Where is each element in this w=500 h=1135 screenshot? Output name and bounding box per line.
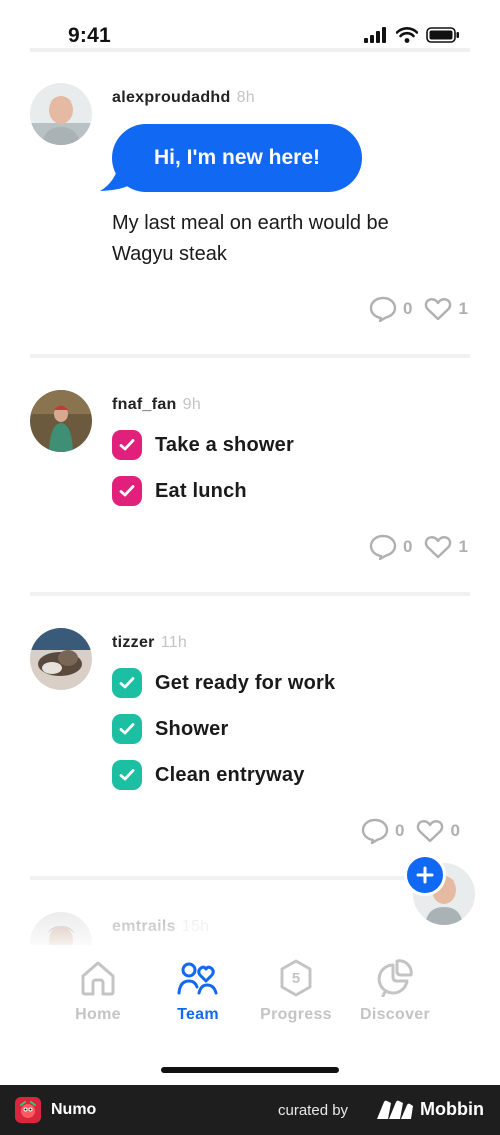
heart-icon[interactable] (424, 297, 452, 321)
discover-icon (377, 959, 413, 998)
task-item: Clean entryway (112, 760, 305, 790)
signal-icon (364, 27, 386, 43)
tab-home[interactable]: Home (48, 959, 148, 1024)
comment-count: 0 (403, 299, 413, 318)
status-time: 9:41 (68, 24, 111, 47)
tab-bar: Home Team 5 Progress Discover (0, 945, 500, 1085)
username[interactable]: alexproudadhd (112, 89, 231, 106)
checkmark-icon (119, 439, 135, 451)
post-time: 9h (182, 396, 202, 413)
task-label: Eat lunch (155, 479, 247, 502)
checkbox-checked[interactable] (112, 760, 142, 790)
status-icons (364, 27, 460, 43)
status-bubble: Hi, I'm new here! (112, 124, 362, 192)
heart-icon[interactable] (416, 819, 444, 843)
post-divider (30, 354, 470, 358)
add-post-button[interactable] (404, 854, 446, 896)
checkbox-checked[interactable] (112, 668, 142, 698)
post-reactions: 0 1 (369, 534, 480, 560)
task-label: Take a shower (155, 433, 294, 456)
comment-icon[interactable] (369, 296, 397, 322)
tab-label: Discover (360, 1006, 430, 1023)
wifi-icon (396, 27, 418, 43)
avatar[interactable] (30, 390, 92, 452)
task-label: Get ready for work (155, 671, 336, 694)
post-divider (30, 592, 470, 596)
mobbin-logo-icon (377, 1100, 413, 1119)
checkbox-checked[interactable] (112, 476, 142, 506)
username[interactable]: tizzer (112, 634, 155, 651)
post-time: 8h (236, 89, 255, 106)
status-bar: 9:41 (0, 0, 500, 50)
curated-by-label: curated by (278, 1102, 349, 1119)
like-count: 1 (458, 299, 468, 318)
team-icon (177, 962, 218, 995)
heart-icon[interactable] (424, 535, 452, 559)
tab-discover[interactable]: Discover (345, 959, 445, 1024)
checkmark-icon (119, 723, 135, 735)
comment-count: 0 (395, 821, 405, 840)
feed-top-divider (30, 48, 470, 52)
like-count: 1 (458, 537, 468, 556)
task-label: Shower (155, 717, 229, 740)
tab-team[interactable]: Team (148, 959, 248, 1024)
plus-icon (416, 866, 434, 884)
tab-label: Home (75, 1006, 121, 1023)
task-item: Get ready for work (112, 668, 335, 698)
home-indicator (161, 1067, 339, 1073)
app-name: Numo (51, 1101, 97, 1118)
comment-icon[interactable] (369, 534, 397, 560)
task-item: Shower (112, 714, 228, 744)
progress-badge: 5 (292, 970, 300, 987)
mobbin-brand: Mobbin (420, 1099, 484, 1119)
post-reactions: 0 0 (361, 818, 472, 844)
tab-label: Team (177, 1006, 219, 1023)
checkmark-icon (119, 769, 135, 781)
checkmark-icon (119, 485, 135, 497)
avatar[interactable] (30, 628, 92, 690)
battery-icon (426, 27, 459, 43)
task-item: Take a shower (112, 430, 294, 460)
footer-banner: Numo curated by Mobbin (0, 1085, 500, 1135)
checkbox-checked[interactable] (112, 714, 142, 744)
tab-label: Progress (260, 1006, 332, 1023)
username[interactable]: fnaf_fan (112, 396, 177, 413)
post-reactions: 0 1 (369, 296, 480, 322)
checkmark-icon (119, 677, 135, 689)
task-item: Eat lunch (112, 476, 247, 506)
comment-count: 0 (403, 537, 413, 556)
post-time: 11h (160, 634, 188, 651)
app-logo-icon (15, 1097, 41, 1123)
checkbox-checked[interactable] (112, 430, 142, 460)
tab-progress[interactable]: 5 Progress (246, 959, 346, 1024)
task-label: Clean entryway (155, 763, 305, 786)
comment-icon[interactable] (361, 818, 389, 844)
post-text: My last meal on earth would be Wagyu ste… (112, 212, 389, 265)
home-icon (81, 961, 115, 996)
avatar[interactable] (30, 83, 92, 145)
like-count: 0 (450, 821, 460, 840)
progress-icon: 5 (280, 959, 312, 997)
